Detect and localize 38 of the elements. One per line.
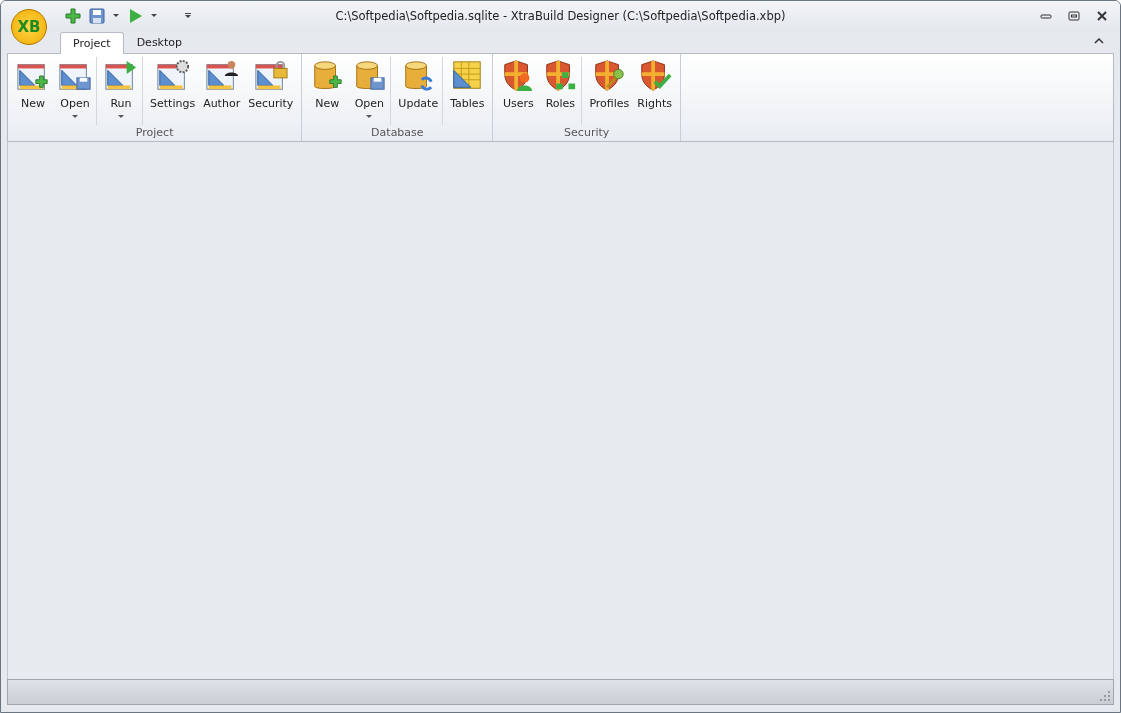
plus-icon[interactable]	[65, 8, 81, 24]
shield-key-icon	[592, 59, 627, 93]
board-lock-icon	[253, 59, 288, 93]
ribbon-button[interactable]: Roles	[539, 57, 583, 125]
ribbon-tab[interactable]: Desktop	[123, 31, 195, 53]
window-title: C:\Softpedia\Softpedia.sqlite - XtraBuild Designer (C:\Softpedia\Softpedia.xbp)	[335, 9, 786, 23]
board-play-icon	[104, 59, 138, 93]
caret-icon	[366, 115, 373, 119]
group-label: Project	[134, 126, 175, 141]
board-gear-icon	[155, 59, 190, 93]
ribbon-button[interactable]: Run	[100, 57, 143, 125]
ribbon-button[interactable]: New	[12, 57, 54, 125]
customize-icon[interactable]	[185, 13, 191, 19]
caret-icon[interactable]	[113, 14, 119, 18]
maximize-icon[interactable]	[1068, 10, 1080, 22]
ribbon-tab[interactable]: Project	[60, 32, 124, 54]
caret-icon[interactable]	[151, 14, 157, 18]
caret-icon	[118, 115, 124, 119]
ribbon-button[interactable]: Users	[497, 57, 540, 125]
resize-grip-icon[interactable]	[1100, 691, 1110, 701]
group-label: Security	[563, 126, 611, 141]
ribbon-button[interactable]: Profiles	[585, 57, 634, 125]
ribbon-button[interactable]: Tables	[446, 57, 489, 125]
ribbon-button[interactable]: Author	[199, 57, 245, 125]
collapse-ribbon-icon[interactable]	[1094, 37, 1104, 45]
ribbon-button[interactable]: Settings	[146, 57, 200, 125]
group-label: Database	[370, 126, 425, 141]
ribbon-button[interactable]: Open	[54, 57, 97, 125]
board-person-icon	[204, 59, 239, 93]
ribbon-button[interactable]: Rights	[633, 57, 676, 125]
ribbon-button[interactable]: Update	[394, 57, 444, 125]
ribbon-button[interactable]: Open	[348, 57, 392, 125]
save-icon[interactable]	[89, 8, 105, 24]
caret-icon	[72, 115, 78, 119]
close-icon[interactable]	[1096, 10, 1108, 22]
ribbon-button[interactable]: Security	[244, 57, 298, 125]
shield-network-icon	[543, 59, 578, 93]
ribbon-button[interactable]: New	[306, 57, 349, 125]
